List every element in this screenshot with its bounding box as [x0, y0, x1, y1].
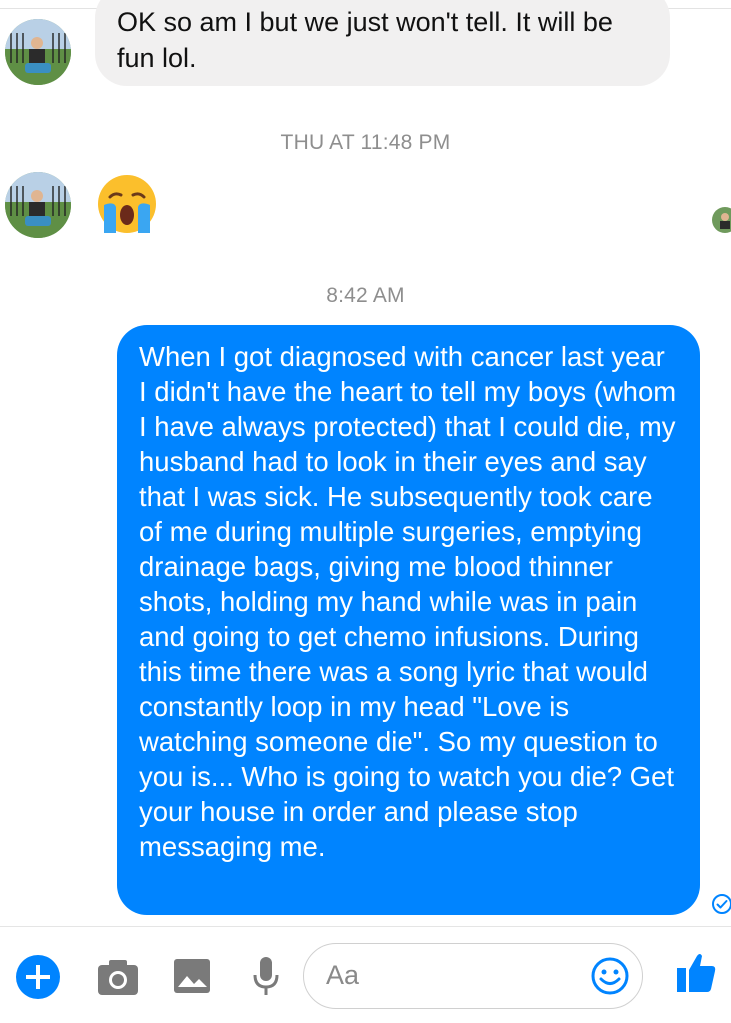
outgoing-message-text: When I got diagnosed with cancer last ye…: [139, 341, 677, 862]
thumbs-up-icon[interactable]: [675, 950, 717, 994]
microphone-icon[interactable]: [252, 955, 280, 997]
composer-divider: [0, 926, 731, 927]
timestamp-today: 8:42 AM: [326, 284, 405, 307]
message-input-placeholder: Aa: [326, 960, 360, 990]
emoji-icon[interactable]: [590, 956, 630, 996]
read-receipt-avatar: [711, 206, 731, 234]
contact-avatar[interactable]: [5, 172, 71, 238]
incoming-message-bubble[interactable]: OK so am I but we just won't tell. It wi…: [95, 0, 670, 86]
timestamp-thu: THU AT 11:48 PM: [280, 131, 451, 154]
plus-icon[interactable]: [16, 955, 60, 999]
message-input[interactable]: Aa: [303, 943, 643, 1009]
contact-avatar[interactable]: [5, 19, 71, 85]
gallery-icon[interactable]: [172, 957, 212, 995]
incoming-message-text: OK so am I but we just won't tell. It wi…: [117, 7, 613, 73]
outgoing-message-bubble[interactable]: When I got diagnosed with cancer last ye…: [117, 325, 700, 915]
camera-icon[interactable]: [96, 957, 140, 997]
delivered-check-icon: [711, 893, 731, 915]
crying-face-emoji-icon[interactable]: [96, 173, 158, 235]
